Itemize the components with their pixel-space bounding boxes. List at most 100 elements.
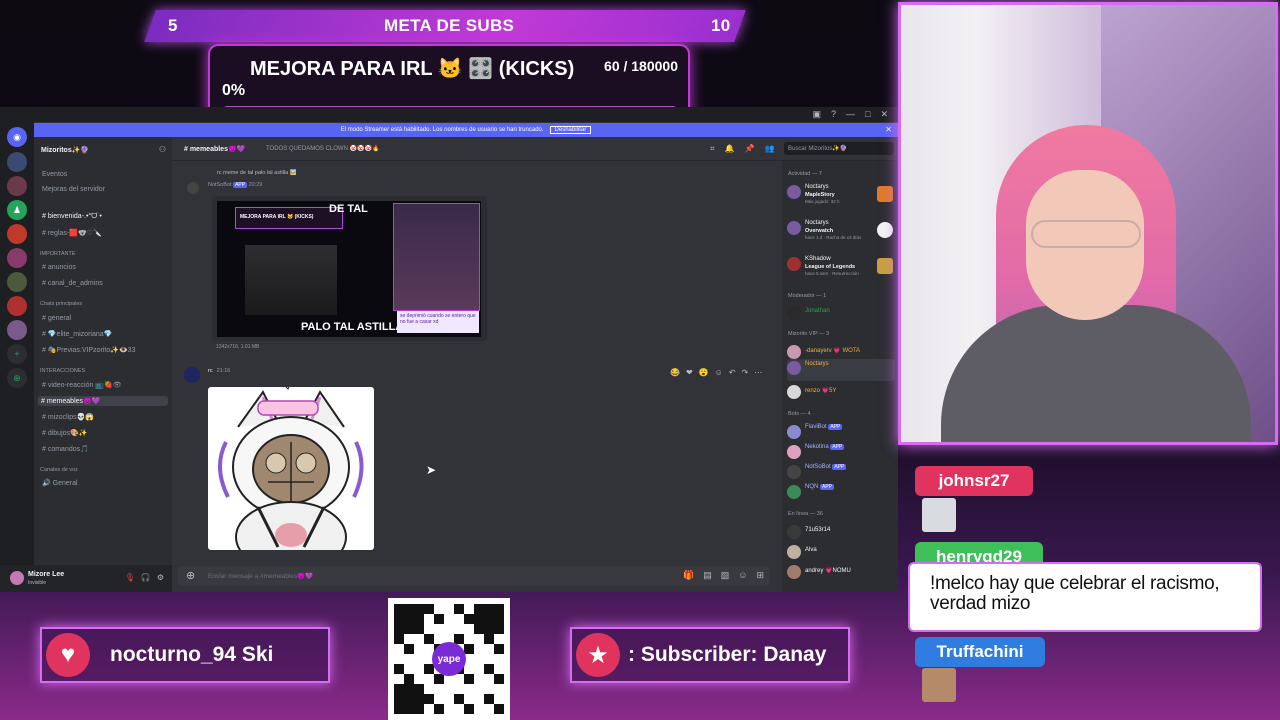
mute-mic-icon[interactable]: 🎙: [125, 573, 135, 582]
channel-topic[interactable]: TODOS QUEDAMOS CLOWN 🤡🤡🤡🔥: [266, 145, 379, 152]
channel-events[interactable]: Eventos: [42, 171, 67, 178]
server-name[interactable]: Mizoritos✨🔮: [41, 146, 89, 154]
disable-streamer-button[interactable]: Deshabilitar: [549, 126, 592, 134]
server-icon[interactable]: [7, 224, 27, 244]
server-icon[interactable]: [7, 272, 27, 292]
meme-webcam: [393, 203, 480, 311]
channel-previas[interactable]: # 🎭Previas.VIPzorito✨👁️33: [42, 346, 135, 354]
qr-module: [474, 654, 484, 664]
headphones-icon[interactable]: 🎧: [141, 573, 151, 582]
channel-anuncios[interactable]: # anuncios: [42, 264, 76, 271]
server-icon[interactable]: [7, 296, 27, 316]
category-importante[interactable]: IMPORTANTE: [40, 251, 76, 257]
apps-icon[interactable]: ⊞: [756, 570, 764, 581]
qr-module: [394, 704, 404, 714]
activity-row[interactable]: Noctarys Overwatch hace 1 d · Racha de x…: [787, 219, 895, 241]
channel-general[interactable]: # general: [42, 315, 71, 322]
member-row[interactable]: 71u53r14: [787, 523, 895, 545]
emoji-icon[interactable]: ☺: [738, 570, 747, 581]
channel-mizoclips[interactable]: # mizoclips💀😱: [42, 413, 94, 421]
add-reaction-icon[interactable]: ☺: [715, 368, 723, 377]
avatar[interactable]: [10, 571, 24, 585]
reply-preview[interactable]: rc meme de tal palo tal astilla 🖼️: [217, 170, 297, 176]
drawing-attachment[interactable]: [208, 387, 374, 550]
member-row[interactable]: Jonathan: [787, 304, 895, 326]
add-server-icon[interactable]: +: [7, 344, 27, 364]
minimize-icon[interactable]: —: [846, 109, 855, 120]
reaction-heart-icon[interactable]: ❤: [686, 368, 693, 377]
category-interacciones[interactable]: INTERACCIONES: [40, 368, 85, 374]
inbox-icon[interactable]: ▣: [812, 109, 821, 120]
bot-author[interactable]: NotSoBot: [208, 182, 232, 188]
channel-memeables[interactable]: # memeables😈💜: [38, 396, 168, 406]
qr-module: [414, 624, 424, 634]
discover-icon[interactable]: ⊕: [7, 368, 27, 388]
avatar: [922, 668, 956, 702]
member-row[interactable]: NotSoBot APP: [787, 463, 895, 485]
server-icon[interactable]: [7, 248, 27, 268]
author-name[interactable]: rc: [208, 368, 213, 374]
threads-icon[interactable]: ⌗: [710, 144, 715, 154]
member-row[interactable]: NQN APP: [787, 483, 895, 505]
member-name: renzo 💗5Y: [805, 388, 837, 394]
member-list-icon[interactable]: 👥: [764, 144, 774, 154]
search-input[interactable]: Buscar Mizoritos✨🔮: [784, 142, 894, 155]
pin-icon[interactable]: 📌: [744, 144, 754, 154]
member-row[interactable]: andrey 💗NOMU: [787, 563, 895, 585]
discord-home-icon[interactable]: ◉: [7, 127, 27, 147]
image-attachment[interactable]: MEJORA PARA IRL 🐱 (KICKS) DE TAL PALO TA…: [212, 196, 487, 341]
server-icon[interactable]: ♟: [7, 200, 27, 220]
reply-icon[interactable]: ↶: [729, 368, 736, 377]
channel-elite[interactable]: # 💎elite_mizoriana💎: [42, 330, 112, 338]
message-input[interactable]: Enviar mensaje a #memeables😈💜: [208, 572, 313, 580]
qr-module: [494, 704, 504, 714]
category-chats-principales[interactable]: Chats principales: [40, 301, 82, 307]
channel-video-reaccion[interactable]: # video-reacción 📺🍓👁: [42, 381, 122, 389]
server-icon[interactable]: [7, 152, 27, 172]
member-row[interactable]: FlaviBot APP: [787, 423, 895, 445]
settings-gear-icon[interactable]: ⚙: [157, 573, 164, 582]
qr-module: [414, 674, 424, 684]
notifications-bell-icon[interactable]: 🔔: [725, 144, 735, 154]
subs-goal-max: 10: [711, 16, 731, 35]
channel-comandos[interactable]: # comandos🎵: [42, 445, 89, 453]
meme-image[interactable]: MEJORA PARA IRL 🐱 (KICKS) DE TAL PALO TA…: [217, 201, 481, 337]
maximize-icon[interactable]: □: [865, 109, 870, 120]
channel-admins[interactable]: # canal_de_admins: [42, 280, 103, 287]
server-icon[interactable]: [7, 176, 27, 196]
bot-avatar[interactable]: [187, 182, 199, 194]
server-icon[interactable]: [7, 320, 27, 340]
member-row[interactable]: Noctarys: [787, 359, 895, 381]
member-row[interactable]: renzo 💗5Y: [787, 383, 895, 405]
gift-icon[interactable]: 🎁: [683, 570, 694, 581]
activity-game: Overwatch: [805, 228, 834, 234]
reaction-laugh-icon[interactable]: 😂: [670, 368, 680, 377]
member-row[interactable]: Alva: [787, 543, 895, 565]
chat-username: johnsr27: [915, 466, 1033, 496]
channel-boosts[interactable]: Mejoras del servidor: [42, 186, 105, 193]
gif-icon[interactable]: ▤: [703, 570, 712, 581]
voice-channel-general[interactable]: 🔊 General: [42, 479, 78, 487]
sticker-icon[interactable]: ▧: [721, 570, 730, 581]
user-name[interactable]: Mizore Lee: [28, 571, 64, 578]
reaction-wow-icon[interactable]: 😮: [699, 368, 709, 377]
avatar: [922, 498, 956, 532]
category-voz[interactable]: Canales de voz: [40, 467, 78, 473]
avatar[interactable]: [184, 367, 200, 383]
channel-dibujos[interactable]: # dibujos🎨✨: [42, 429, 87, 437]
attach-plus-icon[interactable]: ⊕: [186, 569, 195, 582]
message-timestamp: 21:16: [216, 368, 231, 374]
activity-row[interactable]: Noctarys MapleStory Más jugado: 32 h: [787, 183, 895, 205]
meme-bottom-text: PALO TAL ASTILLA: [301, 321, 404, 333]
activity-row[interactable]: KShadow League of Legends hace 5 sem · R…: [787, 255, 895, 277]
member-row[interactable]: Nekotina APP: [787, 443, 895, 465]
invite-icon[interactable]: ⚇: [159, 145, 166, 154]
help-icon[interactable]: ?: [831, 109, 836, 120]
more-options-icon[interactable]: ⋯: [754, 368, 762, 377]
banner-close-icon[interactable]: ✕: [885, 125, 892, 134]
channel-reglas[interactable]: # reglas-🟥🐨♡🔪: [42, 229, 102, 237]
forward-icon[interactable]: ↷: [742, 368, 749, 377]
channel-bienvenida[interactable]: # bienvenida-.•°ᗜ˙•: [42, 213, 102, 221]
qr-module: [464, 644, 474, 654]
close-icon[interactable]: ✕: [880, 109, 888, 120]
